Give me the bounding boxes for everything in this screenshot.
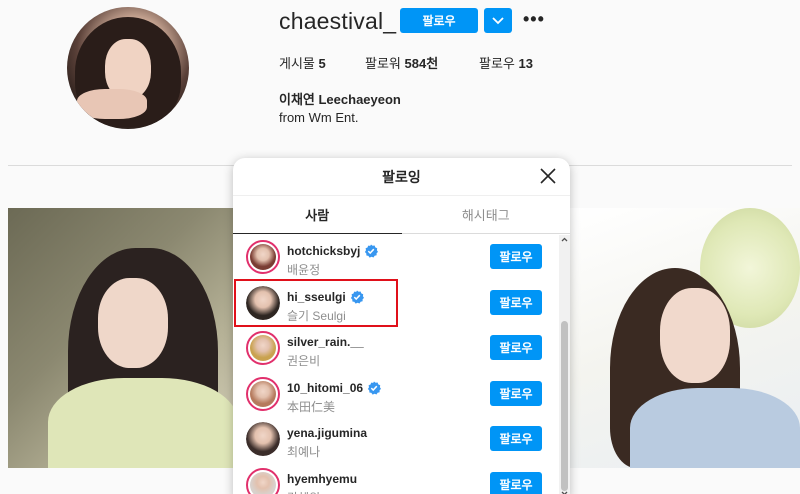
tab-people[interactable]: 사람 bbox=[233, 196, 402, 234]
more-options-icon[interactable]: ••• bbox=[523, 9, 545, 30]
posts-count: 5 bbox=[318, 56, 326, 71]
username-text[interactable]: hotchicksbyj bbox=[287, 244, 360, 258]
following-stat[interactable]: 팔로우 13 bbox=[479, 53, 533, 72]
list-item: yena.jigumina 최예나 팔로우 bbox=[233, 417, 559, 462]
followers-count: 584천 bbox=[404, 56, 439, 71]
following-label: 팔로우 bbox=[479, 56, 515, 71]
follow-account-button[interactable]: 팔로우 bbox=[490, 244, 542, 269]
scroll-down-icon[interactable] bbox=[559, 488, 570, 494]
account-full-name: 슬기 Seulgi bbox=[287, 309, 346, 323]
list-item: 10_hitomi_06 本田仁美 팔로우 bbox=[233, 372, 559, 417]
posts-label: 게시물 bbox=[279, 56, 315, 71]
following-list: hotchicksbyj 배윤정 팔로우 hi_sseulgi 슬기 Seulgi 팔로우… bbox=[233, 235, 559, 494]
verified-badge-icon bbox=[364, 244, 379, 258]
scroll-up-icon[interactable] bbox=[559, 235, 570, 245]
account-username[interactable]: hi_sseulgi bbox=[287, 290, 364, 304]
account-username[interactable]: hyemhyemu bbox=[287, 472, 357, 486]
account-username[interactable]: silver_rain.__ bbox=[287, 335, 364, 349]
follow-account-button[interactable]: 팔로우 bbox=[490, 335, 542, 360]
profile-avatar[interactable] bbox=[67, 7, 189, 129]
avatar[interactable] bbox=[246, 240, 280, 274]
verified-badge-icon bbox=[350, 290, 364, 304]
username-text[interactable]: 10_hitomi_06 bbox=[287, 381, 363, 395]
following-modal: 팔로잉 사람 해시태그 hotchicksbyj 배윤정 팔로우 hi_sseulgi… bbox=[233, 158, 570, 494]
profile-display-name: 이채연 Leechaeyeon bbox=[279, 92, 401, 107]
close-icon[interactable] bbox=[538, 166, 558, 186]
suggestions-dropdown-button[interactable] bbox=[484, 8, 512, 33]
modal-tabs: 사람 해시태그 bbox=[233, 196, 570, 234]
account-username[interactable]: hotchicksbyj bbox=[287, 244, 379, 258]
profile-bio: from Wm Ent. bbox=[279, 110, 359, 125]
verified-badge-icon bbox=[367, 381, 382, 395]
list-item: silver_rain.__ 권은비 팔로우 bbox=[233, 326, 559, 371]
modal-title: 팔로잉 bbox=[382, 168, 421, 185]
username-text[interactable]: yena.jigumina bbox=[287, 426, 367, 440]
account-username[interactable]: 10_hitomi_06 bbox=[287, 381, 382, 395]
posts-stat: 게시물 5 bbox=[279, 53, 326, 72]
username-text[interactable]: hyemhyemu bbox=[287, 472, 357, 486]
follow-account-button[interactable]: 팔로우 bbox=[490, 381, 542, 406]
account-full-name: 本田仁美 bbox=[287, 400, 336, 414]
follow-account-button[interactable]: 팔로우 bbox=[490, 426, 542, 451]
list-item: hotchicksbyj 배윤정 팔로우 bbox=[233, 235, 559, 280]
follow-account-button[interactable]: 팔로우 bbox=[490, 472, 542, 494]
followers-stat[interactable]: 팔로워 584천 bbox=[365, 53, 438, 72]
account-full-name: 최예나 bbox=[287, 445, 321, 459]
username-text[interactable]: silver_rain.__ bbox=[287, 335, 364, 349]
account-full-name: 강혜원 bbox=[287, 489, 320, 494]
tab-hashtags[interactable]: 해시태그 bbox=[402, 196, 571, 233]
list-item: hi_sseulgi 슬기 Seulgi 팔로우 bbox=[233, 281, 559, 326]
list-item: hyemhyemu 강혜원 팔로우 bbox=[233, 463, 559, 494]
avatar[interactable] bbox=[246, 377, 280, 411]
account-full-name: 권은비 bbox=[287, 354, 321, 368]
follow-button[interactable]: 팔로우 bbox=[400, 8, 478, 33]
follow-account-button[interactable]: 팔로우 bbox=[490, 290, 542, 315]
list-scrollbar[interactable] bbox=[559, 235, 570, 494]
avatar[interactable] bbox=[246, 422, 280, 456]
following-count: 13 bbox=[518, 56, 533, 71]
post-thumbnail[interactable] bbox=[8, 208, 234, 468]
account-username[interactable]: yena.jigumina bbox=[287, 426, 367, 440]
avatar[interactable] bbox=[246, 468, 280, 494]
account-full-name: 배윤정 bbox=[287, 263, 321, 277]
post-thumbnail[interactable] bbox=[570, 208, 800, 468]
modal-header: 팔로잉 bbox=[233, 158, 570, 196]
scroll-thumb[interactable] bbox=[561, 321, 568, 491]
username-text[interactable]: hi_sseulgi bbox=[287, 290, 346, 304]
profile-username: chaestival_ bbox=[279, 8, 397, 34]
chevron-down-icon bbox=[492, 16, 504, 24]
avatar[interactable] bbox=[246, 286, 280, 320]
followers-label: 팔로워 bbox=[365, 56, 401, 71]
avatar[interactable] bbox=[246, 331, 280, 365]
